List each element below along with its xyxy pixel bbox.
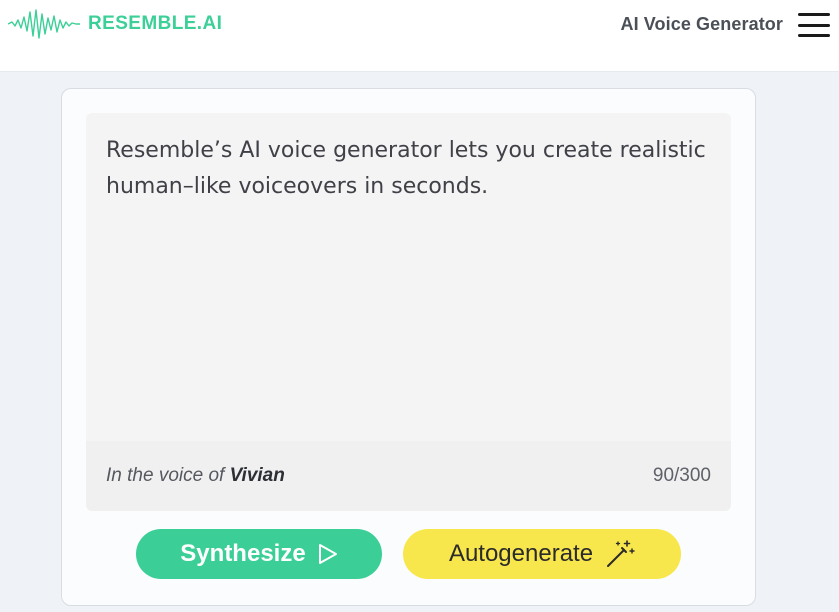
editor-footer: In the voice of Vivian 90/300 [86,441,731,511]
autogenerate-button[interactable]: Autogenerate [403,529,681,579]
character-count: 90/300 [652,465,711,486]
menu-bar [798,23,830,27]
menu-bar [798,13,830,16]
voice-generator-card: Resemble’s AI voice generator lets you c… [61,88,756,606]
voice-selector[interactable]: In the voice of Vivian [106,465,285,487]
synthesize-label: Synthesize [180,540,306,567]
hamburger-menu-icon[interactable] [798,12,830,38]
nav-title[interactable]: AI Voice Generator [620,14,783,35]
synthesize-button[interactable]: Synthesize [136,529,382,579]
logo-link[interactable]: RESEMBLE.AI [8,8,222,40]
voice-prefix: In the voice of [106,465,225,486]
waveform-icon [8,9,80,39]
logo-text: RESEMBLE.AI [88,13,223,34]
script-textarea[interactable]: Resemble’s AI voice generator lets you c… [106,133,711,433]
voice-name[interactable]: Vivian [230,465,285,486]
text-editor: Resemble’s AI voice generator lets you c… [86,113,731,511]
menu-bar [798,34,830,37]
play-icon [318,544,337,564]
magic-wand-icon [607,540,635,567]
action-buttons: Synthesize Autogenerate [136,529,681,579]
autogenerate-label: Autogenerate [448,540,594,567]
top-header: RESEMBLE.AI AI Voice Generator [0,0,839,72]
